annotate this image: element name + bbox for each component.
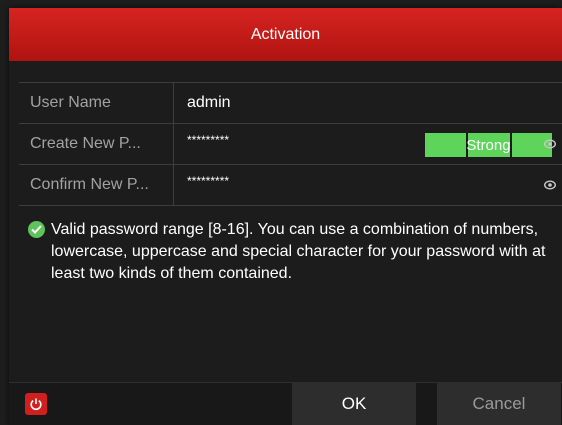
- confirm-password-field[interactable]: *********: [174, 165, 562, 205]
- new-password-value: *********: [187, 133, 230, 147]
- password-strength-indicator: Strong: [425, 133, 552, 157]
- dialog-title: Activation: [250, 25, 321, 43]
- username-row: User Name admin: [19, 83, 562, 124]
- password-hint: Valid password range [8-16]. You can use…: [28, 219, 558, 285]
- new-password-field[interactable]: ********* Strong: [174, 124, 562, 164]
- eye-icon[interactable]: [544, 139, 556, 149]
- ok-button[interactable]: OK: [292, 383, 416, 425]
- confirm-password-row: Confirm New P... *********: [19, 165, 562, 206]
- new-password-row: Create New P... ********* Strong: [19, 124, 562, 165]
- confirm-password-value: *********: [187, 174, 230, 188]
- power-icon: [30, 398, 42, 411]
- dialog-titlebar: Activation: [9, 8, 562, 61]
- check-circle-icon: [28, 221, 45, 238]
- activation-dialog: Activation User Name admin Create New P.…: [9, 8, 562, 425]
- new-password-label: Create New P...: [19, 124, 174, 164]
- password-strength-label: Strong: [466, 136, 511, 154]
- cancel-button[interactable]: Cancel: [437, 383, 561, 425]
- password-hint-text: Valid password range [8-16]. You can use…: [51, 221, 546, 282]
- eye-icon[interactable]: [544, 180, 556, 190]
- username-field[interactable]: admin: [174, 83, 562, 123]
- username-label: User Name: [19, 83, 174, 123]
- activation-form: User Name admin Create New P... ********…: [19, 82, 562, 206]
- dialog-footer: OK Cancel: [9, 382, 562, 425]
- power-button[interactable]: [25, 393, 47, 415]
- confirm-password-label: Confirm New P...: [19, 165, 174, 205]
